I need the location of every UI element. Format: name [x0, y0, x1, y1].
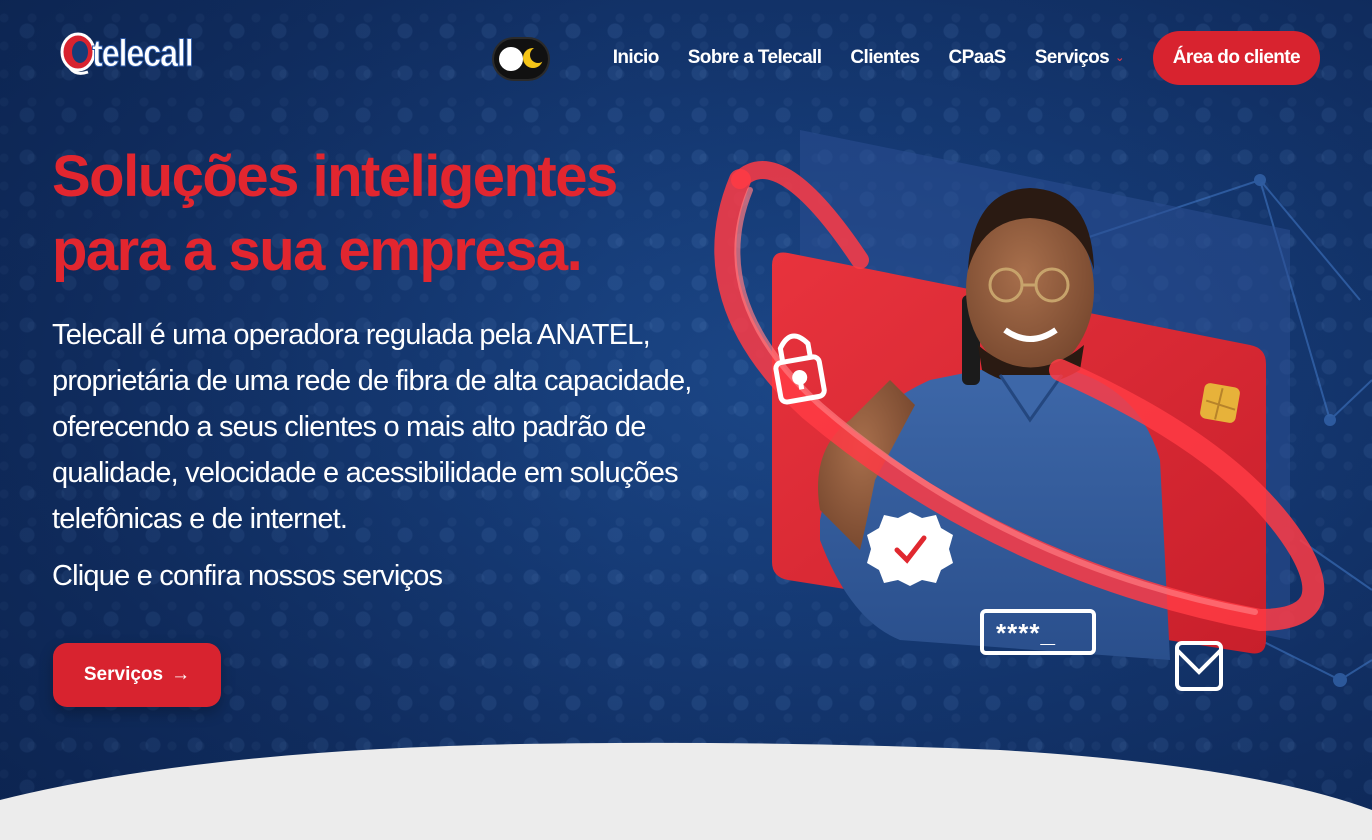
- envelope-icon: [1175, 641, 1223, 691]
- page: telecall Inicio Sobre a Telecall Cliente…: [0, 0, 1372, 840]
- light-mode-icon: [499, 47, 523, 71]
- nav-item-inicio[interactable]: Inicio: [613, 47, 660, 69]
- hero-description: Telecall é uma operadora regulada pela A…: [52, 319, 692, 535]
- hero-subtitle: Clique e confira nossos serviços: [52, 560, 443, 592]
- logo-text: telecall: [92, 32, 195, 75]
- nav-item-sobre[interactable]: Sobre a Telecall: [688, 47, 822, 69]
- servicos-button[interactable]: Serviços →: [53, 643, 221, 707]
- servicos-button-label: Serviços: [83, 664, 164, 685]
- hero-title: Soluções inteligentes para a sua empresa…: [52, 144, 618, 283]
- bottom-wave-divider: [0, 742, 1372, 840]
- arrow-right-icon: →: [171, 664, 191, 685]
- main-nav: Inicio Sobre a Telecall Clientes CPaaS S…: [613, 31, 1320, 85]
- site-header: telecall Inicio Sobre a Telecall Cliente…: [0, 0, 1372, 110]
- area-do-cliente-button[interactable]: Área do cliente: [1152, 31, 1320, 85]
- nav-item-cpaas[interactable]: CPaaS: [949, 47, 1007, 69]
- nav-item-servicos-label: Serviços: [1034, 47, 1110, 68]
- nav-item-servicos[interactable]: Serviços ⌄: [1034, 47, 1125, 69]
- nav-item-clientes[interactable]: Clientes: [850, 47, 920, 69]
- hero-illustration: ****_: [714, 130, 1372, 691]
- card-chip-icon: [1200, 383, 1240, 423]
- telecall-logo[interactable]: telecall: [58, 30, 209, 78]
- password-field-text: ****_: [996, 618, 1056, 648]
- moon-icon: [523, 47, 544, 68]
- theme-toggle[interactable]: [494, 39, 548, 79]
- chevron-down-icon: ⌄: [1115, 52, 1124, 65]
